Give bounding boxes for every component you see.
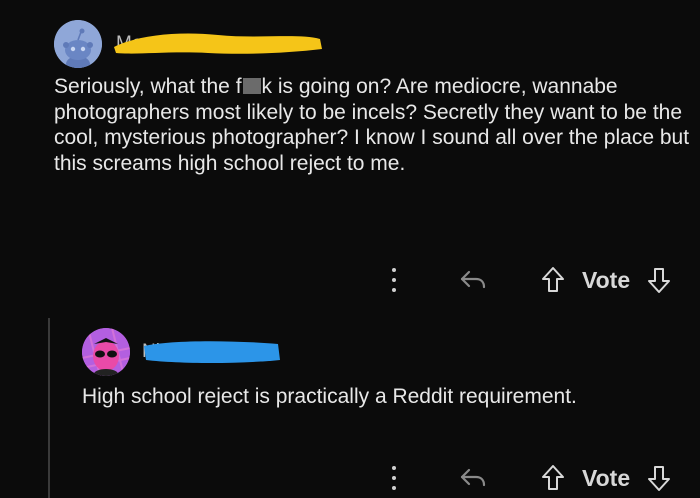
comment: Mo 2h Seriously, what the fk is going on… bbox=[0, 0, 700, 310]
more-vertical-icon bbox=[392, 268, 396, 272]
more-vertical-icon bbox=[392, 466, 396, 470]
reply-arrow-icon[interactable] bbox=[458, 464, 488, 492]
snoo-avatar-icon bbox=[54, 20, 102, 68]
redaction-scribble bbox=[144, 341, 280, 363]
avatar[interactable] bbox=[82, 328, 130, 376]
thread-line[interactable] bbox=[48, 318, 50, 498]
username[interactable]: Ni bbox=[142, 341, 280, 363]
comment-body: Seriously, what the fk is going on? Are … bbox=[54, 75, 690, 175]
censor-block bbox=[242, 78, 261, 94]
comment-meta: Mo 2h bbox=[114, 30, 322, 58]
comment-body: High school reject is practically a Redd… bbox=[82, 385, 577, 408]
arrow-up-icon[interactable] bbox=[540, 265, 566, 295]
arrow-down-icon[interactable] bbox=[646, 463, 672, 493]
reply-comment: Ni 1h High school reject is practically … bbox=[0, 310, 700, 498]
username[interactable]: Mo bbox=[114, 33, 322, 55]
timestamp: 1h bbox=[169, 341, 192, 362]
more-options-button[interactable] bbox=[388, 464, 400, 492]
comment-actions: Vote bbox=[380, 260, 690, 300]
comment-thread: Mo 2h Seriously, what the fk is going on… bbox=[0, 0, 700, 498]
timestamp: 2h bbox=[153, 33, 175, 54]
alien-avatar-icon bbox=[82, 328, 130, 376]
vote-label: Vote bbox=[582, 267, 631, 293]
more-options-button[interactable] bbox=[388, 266, 400, 294]
arrow-up-icon[interactable] bbox=[540, 463, 566, 493]
arrow-down-icon[interactable] bbox=[646, 265, 672, 295]
avatar[interactable] bbox=[54, 20, 102, 68]
reply-arrow-icon[interactable] bbox=[458, 266, 488, 294]
comment-meta: Ni 1h bbox=[142, 338, 280, 366]
vote-label: Vote bbox=[582, 465, 631, 491]
comment-actions: Vote bbox=[380, 458, 690, 498]
